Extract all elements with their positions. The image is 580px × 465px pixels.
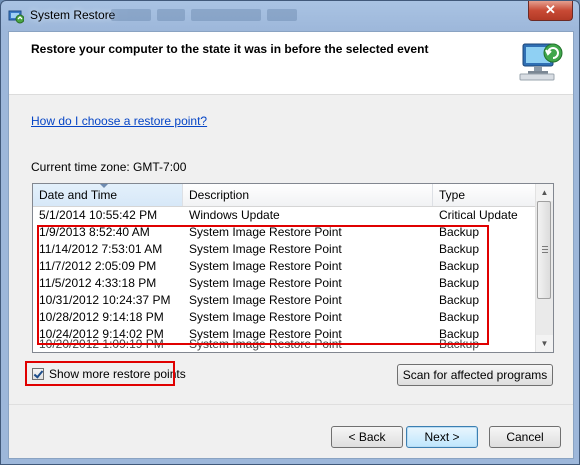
row-description: Windows Update xyxy=(189,208,280,222)
scrollbar-thumb[interactable] xyxy=(537,201,551,299)
next-button[interactable]: Next > xyxy=(406,426,478,448)
annotation-highlight-checkbox xyxy=(25,361,175,386)
sort-descending-icon xyxy=(100,184,108,188)
scroll-up-arrow-icon[interactable]: ▲ xyxy=(536,184,553,201)
scroll-down-arrow-icon[interactable]: ▼ xyxy=(536,335,553,352)
window-title: System Restore xyxy=(30,8,116,22)
vertical-scrollbar[interactable]: ▲ ▼ xyxy=(535,184,553,352)
back-button[interactable]: < Back xyxy=(331,426,403,448)
wizard-client-area: Restore your computer to the state it wa… xyxy=(8,31,574,459)
cancel-button[interactable]: Cancel xyxy=(489,426,561,448)
table-row[interactable]: 5/1/2014 10:55:42 PM Windows Update Crit… xyxy=(33,207,536,224)
title-bar[interactable]: System Restore ✕ xyxy=(1,1,579,31)
annotation-highlight-rows xyxy=(37,225,489,345)
column-header-date[interactable]: Date and Time xyxy=(33,184,183,206)
list-header: Date and Time Description Type xyxy=(33,184,536,207)
system-restore-window: System Restore ✕ Restore your computer t… xyxy=(0,0,580,465)
timezone-label: Current time zone: GMT-7:00 xyxy=(31,160,187,174)
wizard-header: Restore your computer to the state it wa… xyxy=(9,32,573,95)
close-button[interactable]: ✕ xyxy=(528,1,573,21)
column-header-type[interactable]: Type xyxy=(433,184,536,206)
system-restore-monitor-icon xyxy=(519,43,563,81)
footer-divider xyxy=(9,404,573,405)
scan-affected-programs-button[interactable]: Scan for affected programs xyxy=(397,364,553,386)
row-type: Critical Update xyxy=(439,208,518,222)
system-restore-icon xyxy=(8,10,24,24)
background-title-blur xyxy=(111,9,331,23)
column-header-date-label: Date and Time xyxy=(39,188,118,202)
page-title: Restore your computer to the state it wa… xyxy=(31,42,429,56)
row-date: 5/1/2014 10:55:42 PM xyxy=(39,208,158,222)
help-choose-restore-point-link[interactable]: How do I choose a restore point? xyxy=(31,114,207,128)
scrollbar-grip-icon xyxy=(542,246,548,253)
column-header-description[interactable]: Description xyxy=(183,184,433,206)
